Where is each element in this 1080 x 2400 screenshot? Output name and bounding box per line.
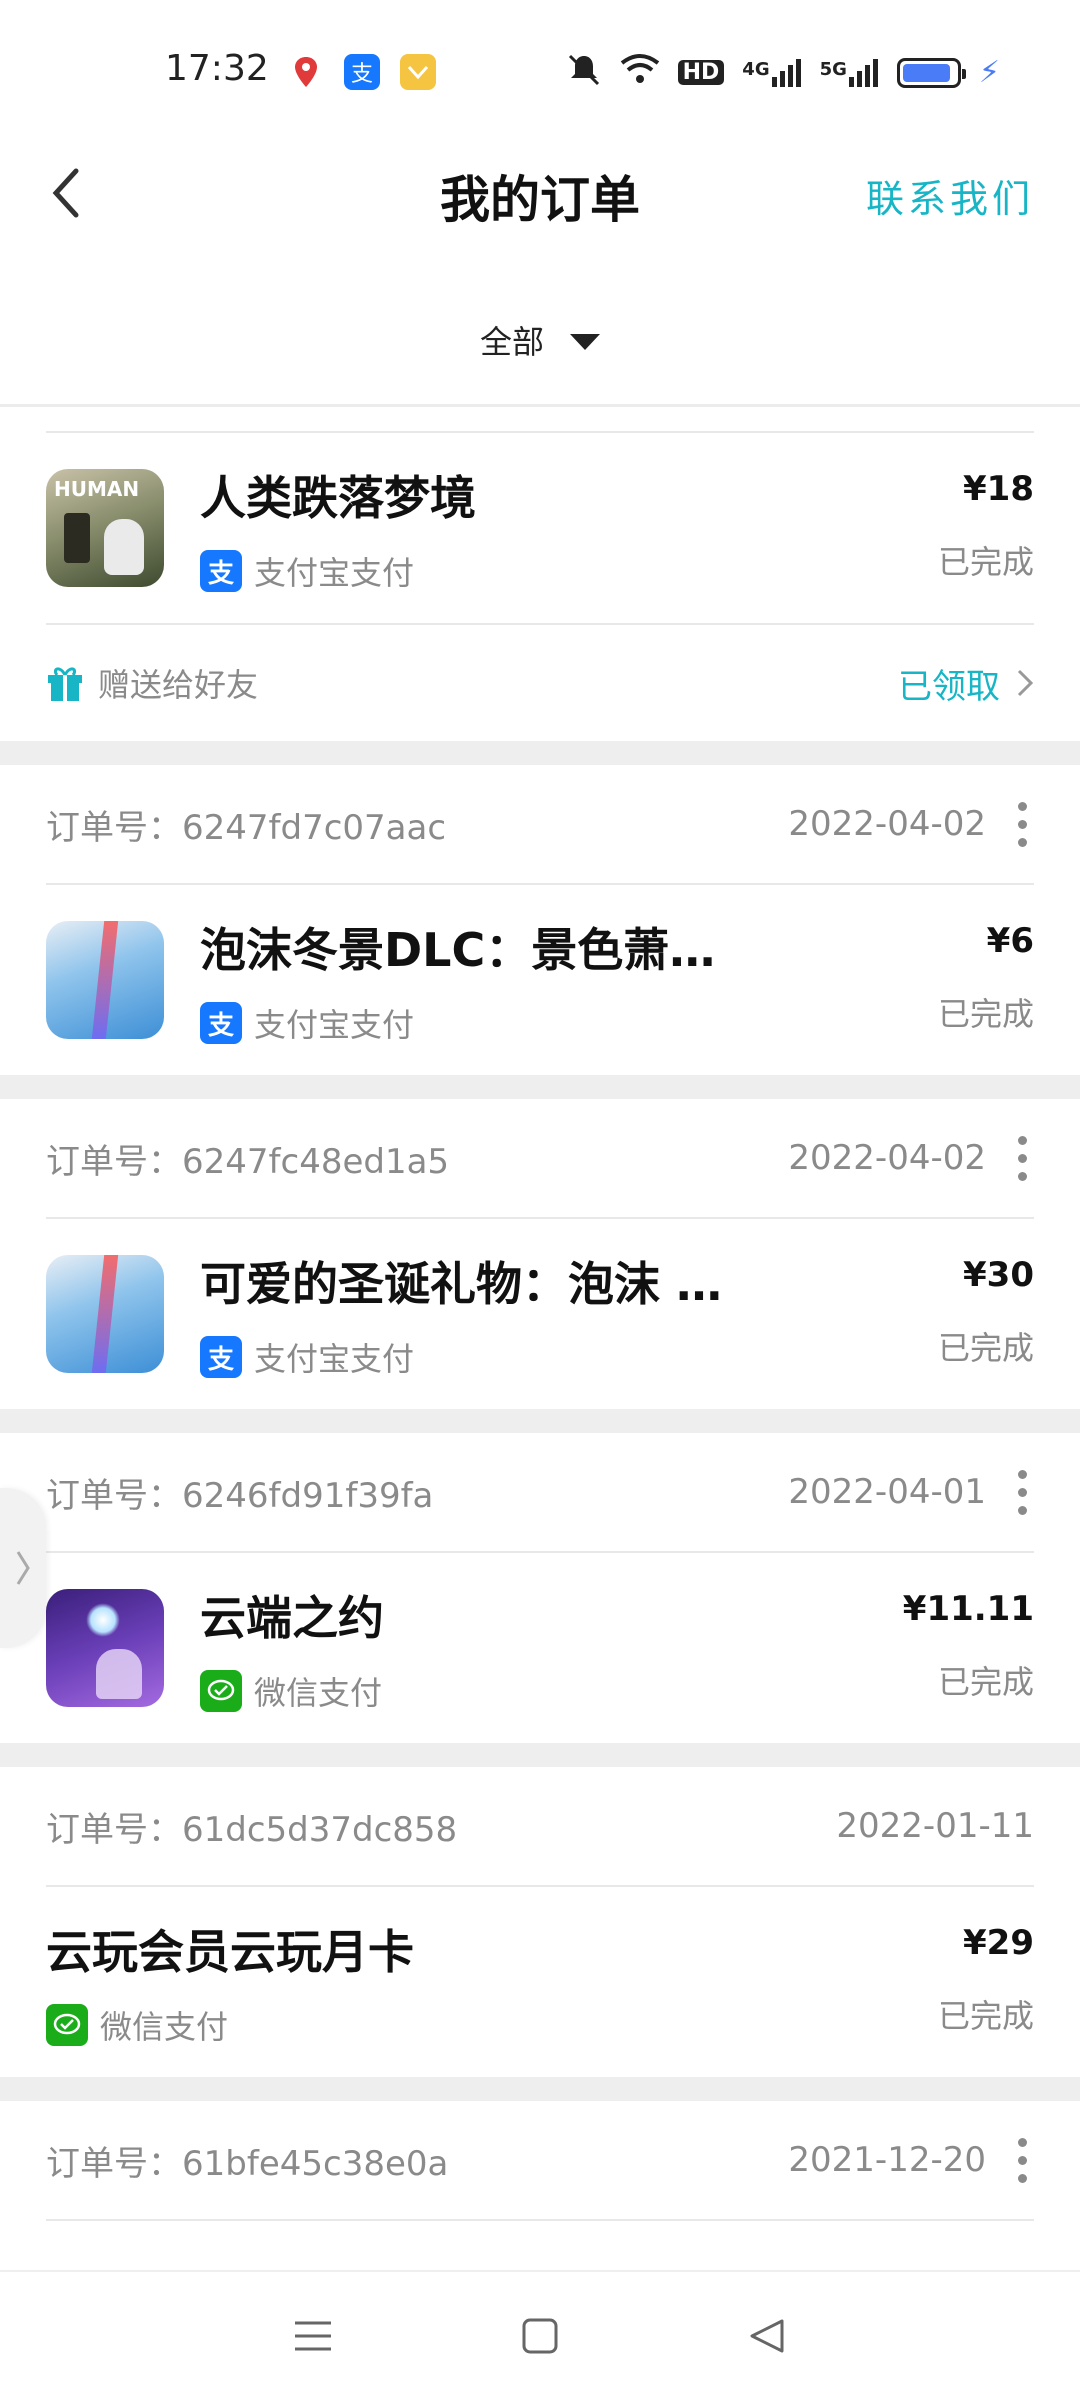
caret-down-icon xyxy=(570,334,600,350)
home-button[interactable] xyxy=(510,2306,570,2366)
alipay-icon: 支 xyxy=(200,550,242,592)
status-time: 17:32 xyxy=(165,48,269,89)
wechat-pay-icon xyxy=(200,1670,242,1712)
order-card: 订单号：61dc5d37dc858 2022-01-11 云玩会员云玩月卡 微信… xyxy=(0,1767,1080,2077)
order-item[interactable]: 可爱的圣诞礼物：泡沫 … 支 支付宝支付 ¥30 已完成 xyxy=(46,1219,1034,1409)
payment-method: 微信支付 xyxy=(46,2002,1034,2048)
order-number: 6247fc48ed1a5 xyxy=(182,1141,450,1182)
order-status: 已完成 xyxy=(937,1997,1034,2035)
order-item[interactable]: 云端之约 微信支付 ¥11.11 已完成 xyxy=(46,1553,1034,1743)
item-name: 云端之约 xyxy=(200,1591,384,1645)
item-name: 可爱的圣诞礼物：泡沫 … xyxy=(200,1257,723,1311)
order-date: 2022-01-11 xyxy=(836,1806,1034,1846)
section-gap xyxy=(0,2077,1080,2101)
order-card: 订单号：6247fd7c07aac 2022-04-02 泡沫冬景DLC：景色萧… xyxy=(0,765,1080,1075)
back-triangle-icon xyxy=(750,2319,784,2353)
item-price: ¥6 xyxy=(986,921,1034,961)
section-gap xyxy=(0,741,1080,765)
more-options-icon[interactable] xyxy=(1010,801,1034,847)
game-thumbnail-bubble-winter xyxy=(46,921,164,1039)
wallet-icon xyxy=(400,54,436,90)
contact-us-link[interactable]: 联系我们 xyxy=(866,168,1034,223)
signal-5g-icon: 5G xyxy=(820,58,879,87)
order-card: 订单号：6247fc48ed1a5 2022-04-02 可爱的圣诞礼物：泡沫 … xyxy=(0,1099,1080,1409)
more-options-icon[interactable] xyxy=(1010,1135,1034,1181)
wifi-icon xyxy=(620,53,660,92)
alipay-icon: 支 xyxy=(200,1002,242,1044)
status-bar: 17:32 支 HD 4G 5G ⚡ xyxy=(0,0,1080,140)
order-item[interactable]: 泡沫冬景DLC：景色萧然 … 支 支付宝支付 ¥6 已完成 xyxy=(46,885,1034,1075)
order-date: 2022-04-01 xyxy=(788,1472,986,1512)
location-pin-icon xyxy=(288,54,324,90)
order-card: 订单号：6246fd91f39fa 2022-04-01 云端之约 微信支付 ¥… xyxy=(0,1433,1080,1743)
back-nav-button[interactable] xyxy=(737,2306,797,2366)
order-header: 订单号：61dc5d37dc858 2022-01-11 xyxy=(46,1767,1034,1887)
system-navigation-bar xyxy=(0,2270,1080,2400)
hd-icon: HD xyxy=(677,60,725,85)
payment-method: 支 支付宝支付 xyxy=(200,1334,1034,1380)
chevron-right-icon xyxy=(1017,669,1034,697)
payment-method: 支 支付宝支付 xyxy=(200,1000,1034,1046)
order-card: 订单号：61bfe45c38e0a 2021-12-20 xyxy=(0,2101,1080,2221)
order-list[interactable]: HUMAN 人类跌落梦境 支 支付宝支付 ¥18 已完成 赠送给好友 已领取 订… xyxy=(0,407,1080,2221)
more-options-icon[interactable] xyxy=(1010,1469,1034,1515)
item-price: ¥29 xyxy=(963,1923,1034,1963)
order-filter-dropdown[interactable]: 全部 xyxy=(0,300,1080,380)
alipay-icon: 支 xyxy=(344,54,380,90)
chevron-right-icon xyxy=(16,1551,30,1585)
gift-icon xyxy=(46,663,84,703)
edge-panel-handle[interactable] xyxy=(0,1488,46,1648)
filter-selected-label: 全部 xyxy=(479,323,544,361)
battery-icon xyxy=(896,57,966,88)
more-options-icon[interactable] xyxy=(1010,2137,1034,2183)
order-date: 2022-04-02 xyxy=(788,804,986,844)
game-thumbnail-christmas-gift xyxy=(46,1255,164,1373)
section-gap xyxy=(0,1743,1080,1767)
item-name: 云玩会员云玩月卡 xyxy=(46,1925,414,1979)
menu-icon xyxy=(295,2321,332,2351)
gift-to-friend-label: 赠送给好友 xyxy=(98,666,259,704)
home-square-icon xyxy=(522,2318,558,2354)
order-number: 6246fd91f39fa xyxy=(182,1475,434,1516)
payment-method: 支 支付宝支付 xyxy=(200,548,1034,594)
section-gap xyxy=(0,1409,1080,1433)
order-header: 订单号：6247fc48ed1a5 2022-04-02 xyxy=(46,1099,1034,1219)
menu-button[interactable] xyxy=(283,2306,343,2366)
game-thumbnail-cloud-date xyxy=(46,1589,164,1707)
divider xyxy=(46,407,1034,433)
order-status: 已完成 xyxy=(937,1329,1034,1367)
order-number: 61bfe45c38e0a xyxy=(182,2143,449,2184)
top-app-bar: 我的订单 联系我们 xyxy=(0,140,1080,250)
item-name: 泡沫冬景DLC：景色萧然 … xyxy=(200,923,760,977)
order-item[interactable]: HUMAN 人类跌落梦境 支 支付宝支付 ¥18 已完成 xyxy=(46,433,1034,623)
signal-4g-icon: 4G xyxy=(742,58,801,87)
order-header: 订单号：61bfe45c38e0a 2021-12-20 xyxy=(46,2101,1034,2221)
order-status: 已完成 xyxy=(937,543,1034,581)
charging-icon: ⚡ xyxy=(978,55,1000,90)
order-number: 6247fd7c07aac xyxy=(182,807,447,848)
section-gap xyxy=(0,1075,1080,1099)
game-thumbnail-human-fall-flat: HUMAN xyxy=(46,469,164,587)
order-date: 2022-04-02 xyxy=(788,1138,986,1178)
order-status: 已完成 xyxy=(937,995,1034,1033)
item-name: 人类跌落梦境 xyxy=(200,471,476,525)
item-price: ¥11.11 xyxy=(902,1589,1034,1629)
order-header: 订单号：6246fd91f39fa 2022-04-01 xyxy=(46,1433,1034,1553)
alipay-icon: 支 xyxy=(200,1336,242,1378)
wechat-pay-icon xyxy=(46,2004,88,2046)
gift-status: 已领取 xyxy=(898,666,1000,707)
order-item[interactable]: 云玩会员云玩月卡 微信支付 ¥29 已完成 xyxy=(46,1887,1034,2077)
order-date: 2021-12-20 xyxy=(788,2140,986,2180)
mute-icon xyxy=(566,52,602,93)
order-card: HUMAN 人类跌落梦境 支 支付宝支付 ¥18 已完成 赠送给好友 已领取 xyxy=(0,407,1080,741)
order-status: 已完成 xyxy=(937,1663,1034,1701)
order-header: 订单号：6247fd7c07aac 2022-04-02 xyxy=(46,765,1034,885)
order-number: 61dc5d37dc858 xyxy=(182,1809,458,1850)
item-price: ¥30 xyxy=(963,1255,1034,1295)
item-price: ¥18 xyxy=(963,469,1034,509)
gift-row[interactable]: 赠送给好友 已领取 xyxy=(46,623,1034,741)
